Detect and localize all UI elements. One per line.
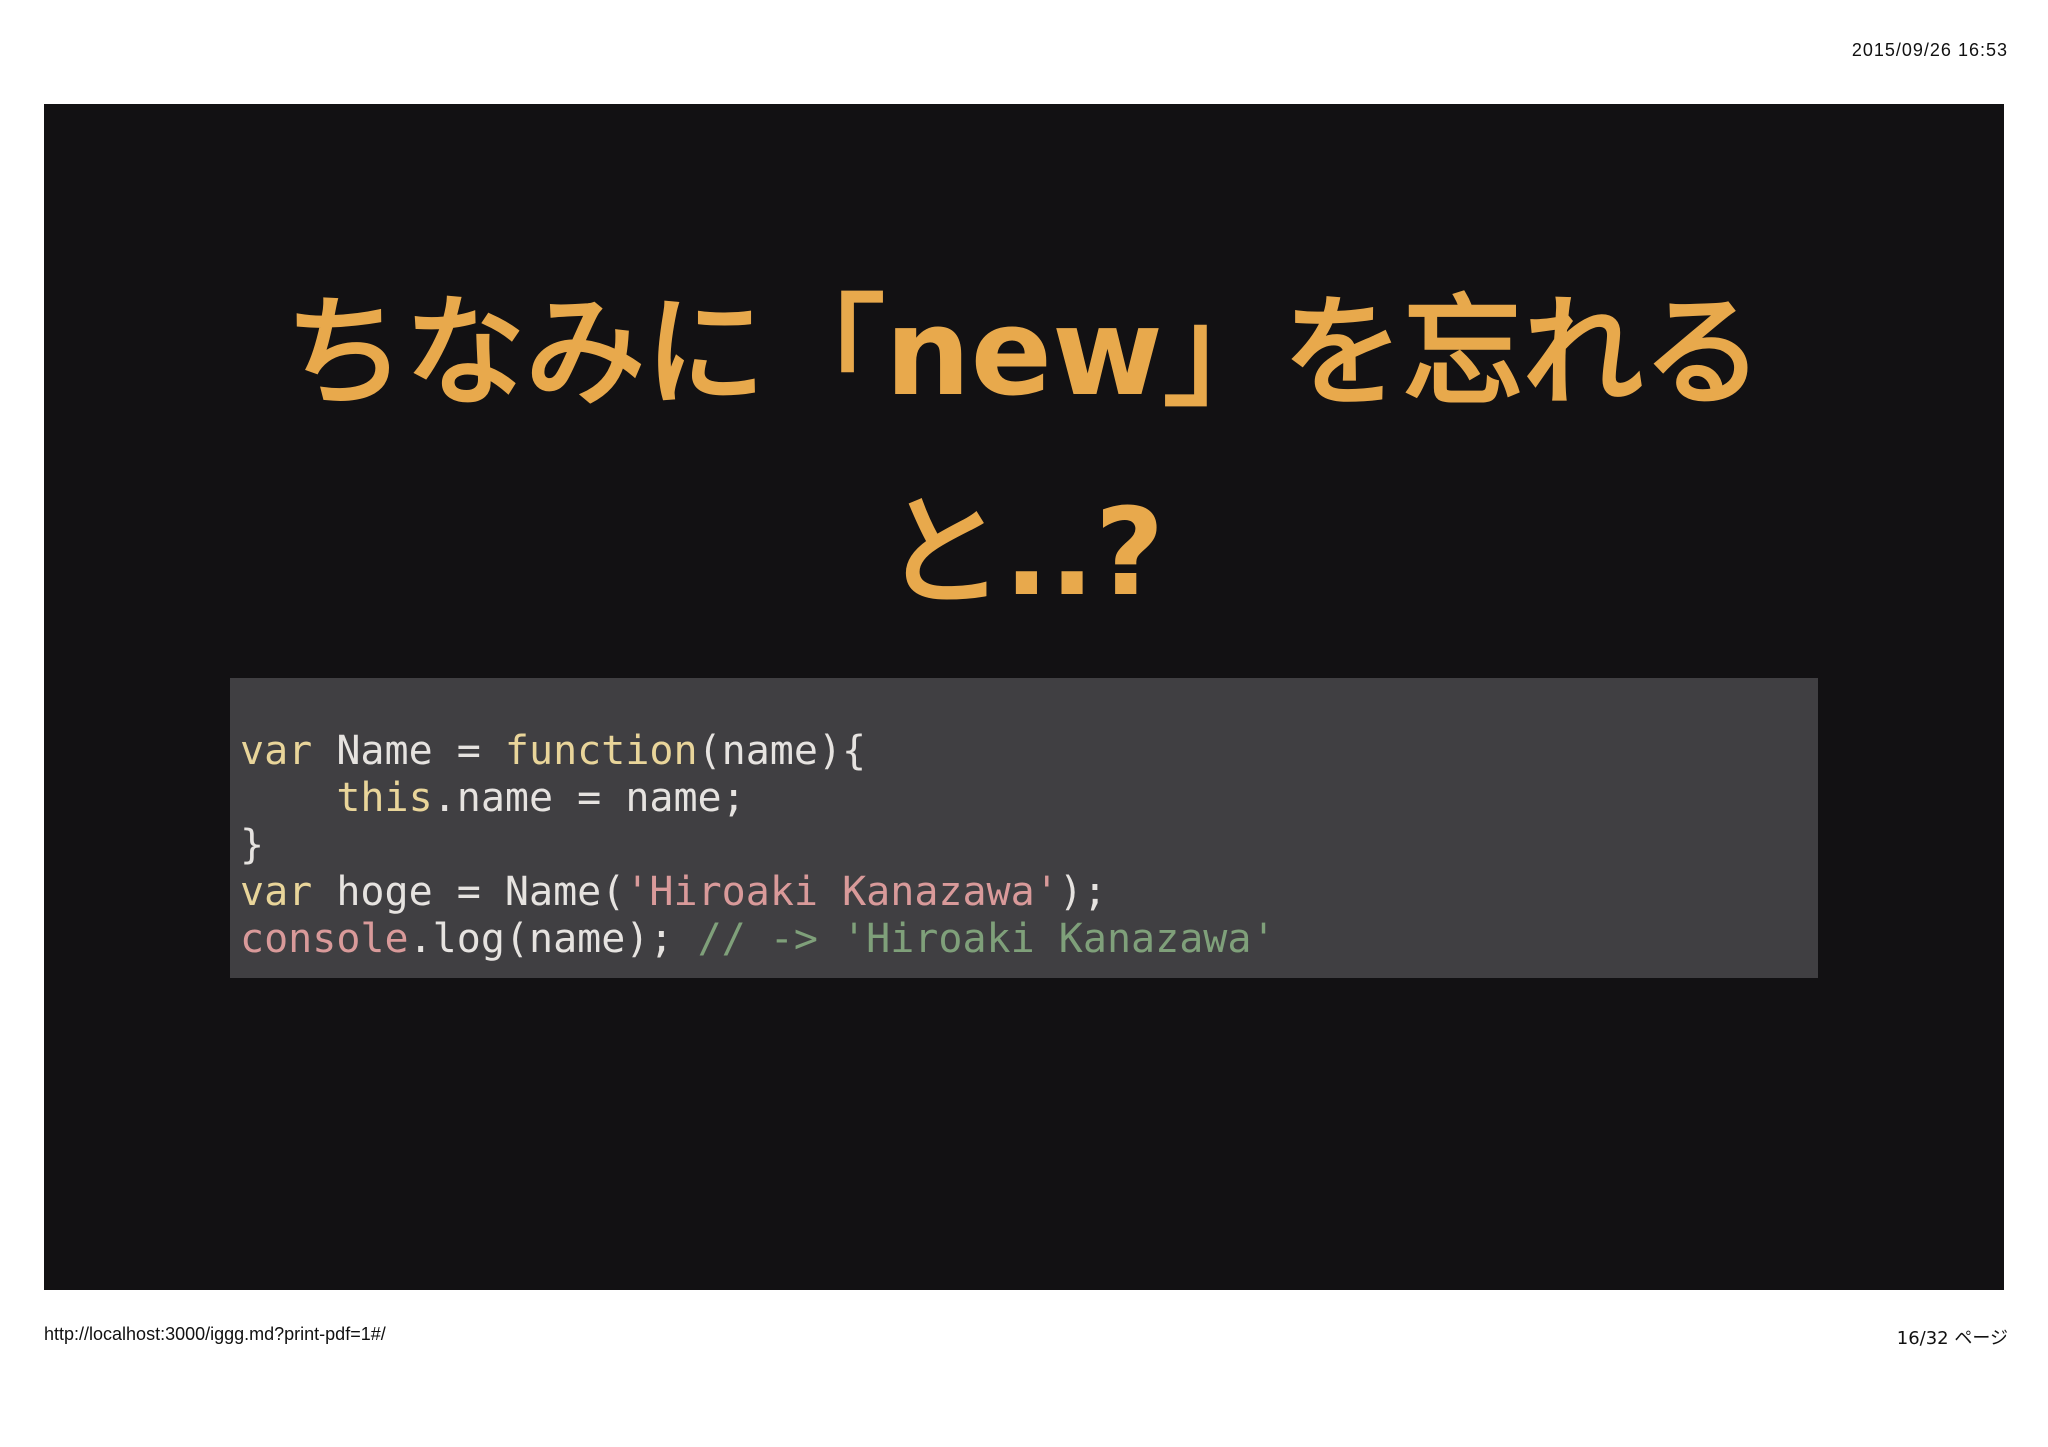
code-token: function	[504, 728, 698, 774]
code-token: .name = name;	[432, 775, 746, 821]
code-line: console.log(name); // -> 'Hiroaki Kanaza…	[240, 916, 1818, 963]
slide-title: ちなみに「new」を忘れる と..?	[44, 254, 2004, 654]
print-date: 2015/09/26 16:53	[1851, 40, 2008, 60]
slide: ちなみに「new」を忘れる と..? var Name = function(n…	[44, 104, 2004, 1290]
code-token: console	[240, 916, 409, 962]
code-token: this	[336, 775, 433, 821]
code-token: Name =	[312, 728, 505, 774]
code-token: // -> 'Hiroaki Kanazawa'	[697, 916, 1276, 962]
code-token: hoge = Name(	[312, 869, 626, 915]
code-line: }	[240, 822, 1818, 869]
code-token: .log(name);	[408, 916, 698, 962]
code-block: var Name = function(name){ this.name = n…	[230, 678, 1818, 978]
code-token: 'Hiroaki Kanazawa'	[625, 869, 1059, 915]
code-token: var	[240, 728, 313, 774]
code-line: var Name = function(name){	[240, 728, 1818, 775]
code-token: var	[240, 869, 313, 915]
slide-title-line-2: と..?	[883, 484, 1165, 623]
code-token: (name){	[697, 728, 867, 774]
code-line: var hoge = Name('Hiroaki Kanazawa');	[240, 869, 1818, 916]
footer-page-number: 16/32 ページ	[1896, 1328, 2008, 1349]
footer-url: http://localhost:3000/iggg.md?print-pdf=…	[44, 1324, 386, 1344]
code-token: }	[240, 822, 265, 868]
slide-title-line-1: ちなみに「new」を忘れる	[285, 284, 1763, 423]
code-token: );	[1058, 869, 1107, 915]
code-line: this.name = name;	[240, 775, 1818, 822]
